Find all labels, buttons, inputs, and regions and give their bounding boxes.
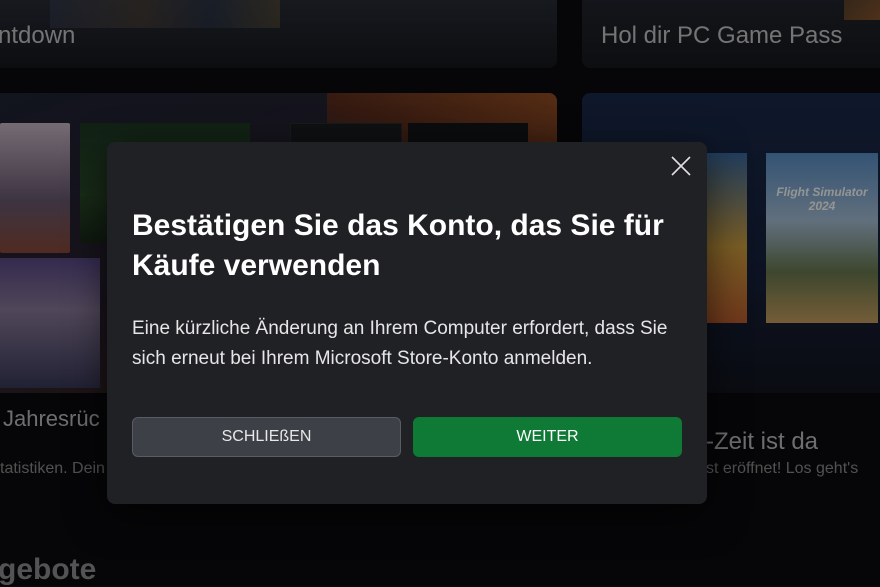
close-icon[interactable]	[669, 154, 693, 178]
dialog-message: Eine kürzliche Änderung an Ihrem Compute…	[132, 318, 668, 369]
confirm-account-dialog: Bestätigen Sie das Konto, das Sie für Kä…	[107, 142, 707, 504]
dialog-title: Bestätigen Sie das Konto, das Sie für Kä…	[132, 209, 664, 282]
close-button[interactable]: SCHLIEßEN	[132, 417, 401, 457]
continue-button[interactable]: WEITER	[413, 417, 682, 457]
